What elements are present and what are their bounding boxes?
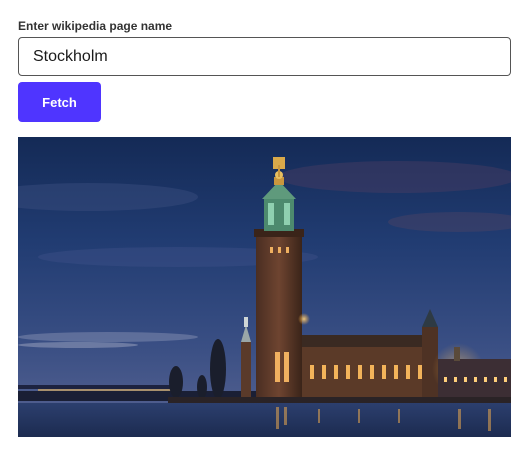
- page-name-input[interactable]: [18, 37, 511, 76]
- result-image: [18, 137, 511, 437]
- page: Enter wikipedia page name Fetch: [0, 0, 529, 454]
- water: [18, 403, 511, 437]
- fetch-button[interactable]: Fetch: [18, 82, 101, 122]
- page-name-label: Enter wikipedia page name: [18, 19, 173, 33]
